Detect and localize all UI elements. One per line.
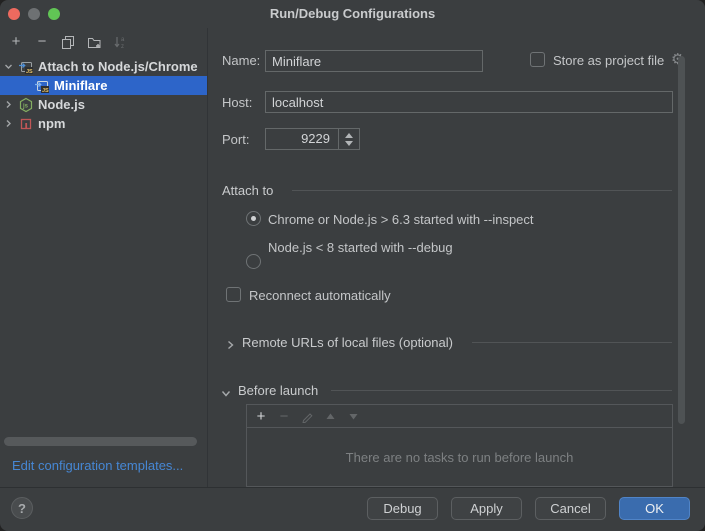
ok-button[interactable]: OK (619, 497, 690, 520)
tree-item-npm[interactable]: npm (0, 114, 207, 133)
before-launch-panel: + − There are no tasks to run before lau… (246, 404, 673, 487)
run-debug-configurations-dialog: Run/Debug Configurations + − az JS Attac… (0, 0, 705, 531)
section-separator (292, 190, 672, 191)
tree-item-label: npm (38, 116, 65, 131)
chevron-down-icon[interactable] (0, 62, 16, 71)
tree-item-label: Miniflare (54, 78, 107, 93)
before-launch-toolbar: + − (247, 405, 672, 428)
cancel-button[interactable]: Cancel (535, 497, 606, 520)
title-bar: Run/Debug Configurations (0, 0, 705, 28)
chevron-right-icon[interactable] (226, 338, 235, 353)
before-launch-section-title[interactable]: Before launch (238, 383, 318, 398)
store-as-project-file-label: Store as project file (553, 53, 664, 68)
tree-item-attach-to-nodejs-chrome[interactable]: JS Attach to Node.js/Chrome (0, 57, 207, 76)
tree-item-nodejs[interactable]: js Node.js (0, 95, 207, 114)
edit-task-icon (300, 409, 314, 423)
host-label: Host: (222, 95, 252, 110)
spinner-arrows[interactable] (338, 129, 359, 149)
reconnect-automatically-checkbox[interactable] (226, 287, 241, 302)
tree-item-miniflare[interactable]: JS Miniflare (0, 76, 207, 95)
sidebar-divider (207, 28, 208, 487)
port-value[interactable]: 9229 (266, 129, 338, 149)
copy-configuration-icon[interactable] (60, 34, 76, 50)
configurations-toolbar: + − az (0, 30, 207, 54)
section-separator (472, 342, 672, 343)
section-separator (331, 390, 672, 391)
attach-to-section-title: Attach to (222, 183, 273, 198)
footer-divider (0, 487, 705, 488)
remote-urls-section-title[interactable]: Remote URLs of local files (optional) (242, 335, 453, 350)
help-button[interactable]: ? (11, 497, 33, 519)
sidebar-horizontal-scrollbar[interactable] (4, 437, 197, 446)
host-input[interactable] (265, 91, 673, 113)
remove-task-icon: − (277, 409, 291, 423)
before-launch-empty-text: There are no tasks to run before launch (247, 428, 672, 486)
reconnect-automatically-label[interactable]: Reconnect automatically (249, 288, 391, 303)
name-input[interactable] (265, 50, 483, 72)
add-configuration-icon[interactable]: + (8, 34, 24, 50)
radio-chrome-or-nodejs-inspect[interactable] (246, 211, 261, 226)
chevron-down-icon[interactable] (221, 386, 231, 401)
tree-item-label: Node.js (38, 97, 85, 112)
radio-nodejs-debug[interactable] (246, 254, 261, 269)
attach-nodejs-icon: JS (34, 78, 50, 94)
port-spinner[interactable]: 9229 (265, 128, 360, 150)
apply-button[interactable]: Apply (451, 497, 522, 520)
spinner-down-icon[interactable] (345, 141, 353, 146)
nodejs-icon: js (18, 97, 34, 113)
chevron-right-icon[interactable] (0, 119, 16, 128)
edit-configuration-templates-link[interactable]: Edit configuration templates... (12, 458, 183, 473)
sort-configurations-icon: az (112, 34, 128, 50)
add-task-icon[interactable]: + (254, 409, 268, 423)
store-as-project-file-checkbox[interactable] (530, 52, 545, 67)
attach-nodejs-icon: JS (18, 59, 34, 75)
new-folder-icon[interactable] (86, 34, 102, 50)
move-task-down-icon (346, 409, 360, 423)
debug-button[interactable]: Debug (367, 497, 438, 520)
npm-icon (18, 116, 34, 132)
svg-text:js: js (22, 103, 29, 109)
svg-text:JS: JS (26, 69, 33, 75)
svg-text:JS: JS (42, 88, 49, 94)
port-label: Port: (222, 132, 249, 147)
name-label: Name: (222, 53, 260, 68)
radio-label[interactable]: Chrome or Node.js > 6.3 started with --i… (268, 212, 534, 227)
main-vertical-scrollbar[interactable] (678, 56, 685, 424)
move-task-up-icon (323, 409, 337, 423)
radio-label[interactable]: Node.js < 8 started with --debug (268, 240, 453, 255)
tree-item-label: Attach to Node.js/Chrome (38, 59, 198, 74)
remove-configuration-icon[interactable]: − (34, 34, 50, 50)
spinner-up-icon[interactable] (345, 133, 353, 138)
svg-text:z: z (121, 44, 124, 49)
svg-text:a: a (121, 37, 125, 43)
dialog-title: Run/Debug Configurations (0, 6, 705, 21)
chevron-right-icon[interactable] (0, 100, 16, 109)
